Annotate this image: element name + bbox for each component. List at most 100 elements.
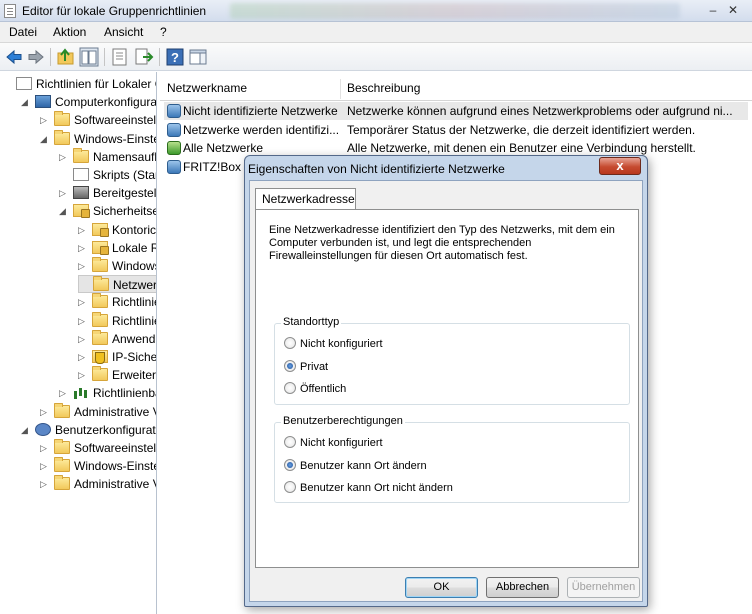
dialog-close-button[interactable]: x xyxy=(599,157,641,175)
network-name: Netzwerke werden identifizi... xyxy=(183,122,340,137)
user-icon xyxy=(35,422,51,436)
menu-datei[interactable]: Datei xyxy=(9,25,37,39)
expand-icon[interactable]: ▷ xyxy=(78,330,88,348)
user-permissions-legend: Benutzerberechtigungen xyxy=(281,415,405,427)
list-row[interactable]: Netzwerke werden identifizi... Temporärer… xyxy=(164,121,748,139)
folder-icon xyxy=(92,329,108,345)
tree-item-label: Administrative Vo xyxy=(74,404,156,419)
menu-ansicht[interactable]: Ansicht xyxy=(104,25,143,39)
menu-aktion[interactable]: Aktion xyxy=(53,25,86,39)
radio-checked-icon[interactable] xyxy=(284,359,296,372)
radio-checked-icon[interactable] xyxy=(284,458,296,471)
tree-item[interactable]: ▷ Softwareeinstellu xyxy=(40,111,156,129)
locked-folder-icon xyxy=(92,222,109,237)
network-question-icon xyxy=(167,104,181,118)
help-icon[interactable]: ? xyxy=(165,47,185,67)
tree-item[interactable]: ▷ Richtlinier xyxy=(78,311,156,330)
folder-icon xyxy=(92,366,108,382)
column-divider[interactable] xyxy=(340,79,341,99)
list-row[interactable]: Nicht identifizierte Netzwerke Netzwerke … xyxy=(164,102,748,120)
tree-item[interactable]: ▷ Lokale Ric xyxy=(78,239,156,257)
apply-button[interactable]: Übernehmen xyxy=(567,577,640,598)
tree-item[interactable]: ◢ Windows-Einstell xyxy=(40,129,156,148)
tree-item-label: Richtlinien für Lokaler Co xyxy=(36,77,157,91)
expand-icon[interactable]: ▷ xyxy=(40,475,50,493)
collapse-icon[interactable]: ◢ xyxy=(40,130,50,148)
expand-icon[interactable]: ▷ xyxy=(40,457,50,475)
menu-help[interactable]: ? xyxy=(160,25,167,39)
tab-netzwerkadresse[interactable]: Netzwerkadresse xyxy=(255,188,356,210)
network-description: Netzwerke können aufgrund eines Netzwerk… xyxy=(347,104,733,118)
cancel-button[interactable]: Abbrechen xyxy=(486,577,559,598)
tree-item[interactable]: ▷ Anwendu xyxy=(78,329,156,348)
radio-unchecked-icon[interactable] xyxy=(284,382,296,394)
tree-item[interactable]: ▷ IP-Sicherh xyxy=(78,348,156,366)
close-window-icon[interactable]: ✕ xyxy=(724,3,742,17)
column-header-name[interactable]: Netzwerkname xyxy=(167,81,247,95)
ok-button[interactable]: OK xyxy=(405,577,478,598)
show-hide-pane-icon[interactable] xyxy=(188,47,208,67)
export-list-icon[interactable] xyxy=(134,47,154,67)
up-folder-icon[interactable] xyxy=(56,47,76,67)
tree-item-label: Kontorich xyxy=(112,222,157,237)
expand-icon[interactable]: ▷ xyxy=(40,111,50,129)
tree-item[interactable]: Richtlinien für Lokaler Co xyxy=(2,75,157,93)
tree-item[interactable]: ▷ Richtlinienba xyxy=(59,384,157,402)
tree-item[interactable]: ▷ Richtlinier xyxy=(78,293,156,311)
show-hide-tree-icon[interactable] xyxy=(79,47,99,67)
tree-item[interactable]: ◢ Computerkonfigurat xyxy=(21,93,156,111)
tree-item[interactable]: ▷ Windows- xyxy=(78,257,156,275)
tab-panel: Eine Netzwerkadresse identifiziert den T… xyxy=(255,209,639,568)
tree-item[interactable]: ▷ Administrative Vo xyxy=(40,402,156,421)
expand-icon[interactable]: ▷ xyxy=(59,184,69,202)
tree-item[interactable]: ▷ Bereitgestellte xyxy=(59,184,157,202)
folder-icon xyxy=(73,147,89,163)
radio-unchecked-icon[interactable] xyxy=(284,481,296,493)
expand-icon[interactable]: ▷ xyxy=(78,348,88,366)
radio-label: Benutzer kann Ort ändern xyxy=(300,459,427,472)
tree-item[interactable]: ◢ Sicherheitsein xyxy=(59,202,156,220)
collapse-icon[interactable]: ◢ xyxy=(21,421,31,439)
expand-icon[interactable]: ▷ xyxy=(78,239,88,257)
minimize-icon[interactable]: – xyxy=(704,3,722,17)
window-title-bar: Editor für lokale Gruppenrichtlinien – ✕ xyxy=(0,0,752,22)
tree-item-label: Netzwerkl xyxy=(113,278,157,293)
tree-item-label: Richtlinienba xyxy=(93,386,157,401)
location-type-legend: Standorttyp xyxy=(281,316,342,328)
tree-item-label: Lokale Ric xyxy=(112,240,156,255)
tree-item[interactable]: ▷ Windows-Einstell xyxy=(40,457,156,475)
expand-icon[interactable]: ▷ xyxy=(78,257,88,275)
tree-item[interactable]: ▷ Namensauflö xyxy=(59,147,156,166)
expand-icon[interactable]: ▷ xyxy=(78,221,88,239)
forward-arrow-icon[interactable] xyxy=(26,47,46,67)
expand-icon[interactable]: ▷ xyxy=(59,384,69,402)
toolbar-separator xyxy=(104,48,105,66)
tree-item[interactable]: Skripts (Start/ xyxy=(59,166,156,184)
expand-icon[interactable]: ▷ xyxy=(78,312,88,330)
tree-item[interactable]: ▷ Erweitert xyxy=(78,366,156,384)
toolbar: ? xyxy=(0,43,752,71)
tree-item[interactable]: Netzwerkl xyxy=(78,275,157,294)
properties-icon[interactable] xyxy=(110,47,130,67)
locked-folder-icon xyxy=(92,240,109,255)
tree-item[interactable]: ▷ Softwareeinstellu xyxy=(40,439,156,457)
expand-icon[interactable]: ▷ xyxy=(40,439,50,457)
radio-unchecked-icon[interactable] xyxy=(284,337,296,349)
expand-icon[interactable]: ▷ xyxy=(78,366,88,384)
back-arrow-icon[interactable] xyxy=(4,47,24,67)
tree-item-label: Benutzerkonfiguratio xyxy=(55,422,157,437)
dialog-description: Eine Netzwerkadresse identifiziert den T… xyxy=(269,224,615,262)
expand-icon[interactable]: ▷ xyxy=(78,293,88,311)
collapse-icon[interactable]: ◢ xyxy=(59,202,69,220)
radio-unchecked-icon[interactable] xyxy=(284,436,296,448)
tree-item-label: Windows- xyxy=(112,259,156,273)
column-header-description[interactable]: Beschreibung xyxy=(347,81,420,95)
network-all-icon xyxy=(167,141,181,155)
tree-item-label: Bereitgestellte xyxy=(93,186,157,201)
tree-item[interactable]: ▷ Administrative Vo xyxy=(40,475,156,493)
tree-item[interactable]: ▷ Kontorich xyxy=(78,221,157,239)
collapse-icon[interactable]: ◢ xyxy=(21,93,31,111)
expand-icon[interactable]: ▷ xyxy=(40,403,50,421)
expand-icon[interactable]: ▷ xyxy=(59,148,69,166)
tree-item[interactable]: ◢ Benutzerkonfiguratio xyxy=(21,421,157,439)
